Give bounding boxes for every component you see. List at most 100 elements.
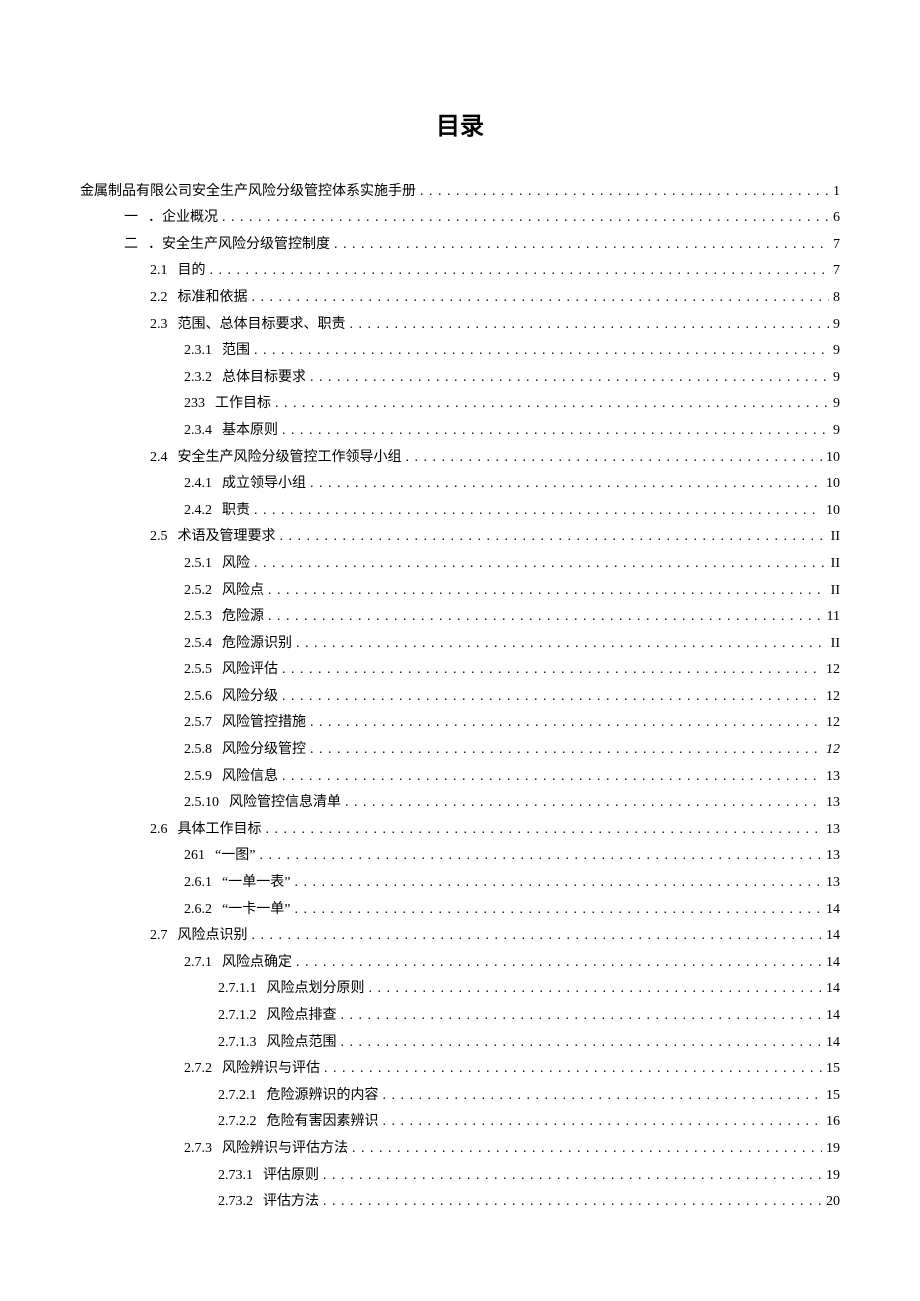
toc-leader-dots <box>254 338 829 365</box>
toc-entry-page: 9 <box>833 391 840 418</box>
toc-entry-number: 2.7.2.2 <box>218 1109 257 1136</box>
toc-entry-page: 14 <box>826 1003 840 1030</box>
toc-entry-label: 风险点识别 <box>178 923 248 950</box>
toc-entry-label: 基本原则 <box>222 418 278 445</box>
toc-entry: 2.5.7风险管控措施12 <box>80 710 840 737</box>
toc-entry-label: 具体工作目标 <box>178 817 262 844</box>
toc-entry-number: 2.5.4 <box>184 631 212 658</box>
toc-entry-number: 2.6.1 <box>184 870 212 897</box>
toc-entry-label: 安全生产风险分级管控工作领导小组 <box>178 445 402 472</box>
toc-entry: 2.7.1.3风险点范围14 <box>80 1030 840 1057</box>
toc-entry-page: II <box>831 524 840 551</box>
toc-entry: 金属制品有限公司安全生产风险分级管控体系实施手册 1 <box>80 179 840 206</box>
toc-entry-page: 12 <box>826 710 840 737</box>
toc-entry-page: 7 <box>833 232 840 259</box>
toc-entry-page: 12 <box>826 684 840 711</box>
toc-leader-dots <box>252 285 830 312</box>
toc-entry-page: 19 <box>826 1136 840 1163</box>
toc-entry: 2.3范围、总体目标要求、职责9 <box>80 312 840 339</box>
toc-entry-page: 10 <box>826 471 840 498</box>
toc-leader-dots <box>252 923 823 950</box>
toc-entry-page: 12 <box>826 737 840 764</box>
toc-entry-label: “一卡一单” <box>222 897 290 924</box>
toc-entry-page: 14 <box>826 976 840 1003</box>
toc-entry-label: ．安全生产风险分级管控制度 <box>148 232 330 259</box>
toc-entry-page: II <box>831 578 840 605</box>
toc-entry-number: 2.7 <box>150 923 168 950</box>
toc-leader-dots <box>323 1189 822 1216</box>
toc-entry: 2.7 风险点识别 14 <box>80 923 840 950</box>
toc-entry-number: 2.5.8 <box>184 737 212 764</box>
toc-leader-dots <box>282 764 822 791</box>
toc-entry-number: 2.4.1 <box>184 471 212 498</box>
toc-entry-label: 危险源识别 <box>222 631 292 658</box>
toc-entry-label: 风险信息 <box>222 764 278 791</box>
toc-entry-page: 15 <box>826 1083 840 1110</box>
toc-entry: 261“一图”13 <box>80 843 840 870</box>
toc-leader-dots <box>282 657 822 684</box>
toc-leader-dots <box>383 1083 823 1110</box>
toc-entry-label: 风险点排查 <box>267 1003 337 1030</box>
toc-leader-dots <box>268 604 823 631</box>
toc-entry-label: 危险有害因素辨识 <box>267 1109 379 1136</box>
toc-entry-label: 风险点划分原则 <box>267 976 365 1003</box>
toc-entry-page: II <box>831 551 840 578</box>
toc-entry: 2.73.2评估方法20 <box>80 1189 840 1216</box>
toc-leader-dots <box>296 631 827 658</box>
toc-entry-page: 13 <box>826 817 840 844</box>
toc-entry-number: 2.73.1 <box>218 1163 253 1190</box>
toc-entry-number: 2.5.10 <box>184 790 219 817</box>
toc-entry-number: 2.4 <box>150 445 168 472</box>
toc-leader-dots <box>296 950 822 977</box>
toc-entry: 2.73.1评估原则19 <box>80 1163 840 1190</box>
toc-leader-dots <box>323 1163 822 1190</box>
toc-entry-number: 2.5.2 <box>184 578 212 605</box>
toc-entry-number: 2.7.1.2 <box>218 1003 257 1030</box>
toc-leader-dots <box>350 312 830 339</box>
toc-leader-dots <box>341 1030 823 1057</box>
toc-leader-dots <box>222 205 829 232</box>
toc-entry: 2.7.2风险辨识与评估15 <box>80 1056 840 1083</box>
toc-entry: 2.6 具体工作目标 13 <box>80 817 840 844</box>
toc-leader-dots <box>275 391 829 418</box>
toc-entry: 2.4.1成立领导小组10 <box>80 471 840 498</box>
toc-entry-number: 2.3.4 <box>184 418 212 445</box>
toc-entry-label: 职责 <box>222 498 250 525</box>
toc-entry-label: “一单一表” <box>222 870 290 897</box>
toc-entry-label: 风险分级管控 <box>222 737 306 764</box>
toc-leader-dots <box>280 524 827 551</box>
toc-entry: 2.5.4危险源识别II <box>80 631 840 658</box>
toc-entry-label: 工作目标 <box>215 391 271 418</box>
toc-entry-page: 14 <box>826 923 840 950</box>
toc-leader-dots <box>282 418 829 445</box>
toc-leader-dots <box>369 976 823 1003</box>
toc-entry-page: 19 <box>826 1163 840 1190</box>
toc-entry-label: 风险点确定 <box>222 950 292 977</box>
toc-entry-number: 2.7.1.1 <box>218 976 257 1003</box>
toc-leader-dots <box>383 1109 823 1136</box>
toc-leader-dots <box>310 737 822 764</box>
toc-entry: 2.4.2职责10 <box>80 498 840 525</box>
toc-leader-dots <box>420 179 829 206</box>
toc-entry: 2.2标准和依据8 <box>80 285 840 312</box>
toc-entry-number: 2.6 <box>150 817 168 844</box>
toc-entry: 2.7.1风险点确定14 <box>80 950 840 977</box>
toc-entry-number: 2.73.2 <box>218 1189 253 1216</box>
toc-leader-dots <box>210 258 830 285</box>
toc-entry: 2.3.4 基本原则 9 <box>80 418 840 445</box>
toc-leader-dots <box>282 684 822 711</box>
toc-entry-page: 11 <box>827 604 840 631</box>
toc-entry-label: 金属制品有限公司安全生产风险分级管控体系实施手册 <box>80 179 416 206</box>
toc-entry-number: 2.2 <box>150 285 168 312</box>
toc-entry-page: 9 <box>833 418 840 445</box>
toc-entry-label: 风险辨识与评估 <box>222 1056 320 1083</box>
toc-entry-page: 9 <box>833 338 840 365</box>
toc-entry-label: 术语及管理要求 <box>178 524 276 551</box>
toc-entry-page: 1 <box>833 179 840 206</box>
toc-entry-page: 13 <box>826 870 840 897</box>
toc-entry-page: 13 <box>826 764 840 791</box>
toc-entry: 2.7.3风险辨识与评估方法19 <box>80 1136 840 1163</box>
toc-entry: 2.7.2.1危险源辨识的内容15 <box>80 1083 840 1110</box>
toc-entry: 2.5.3危险源11 <box>80 604 840 631</box>
toc-entry-number: 2.5.9 <box>184 764 212 791</box>
